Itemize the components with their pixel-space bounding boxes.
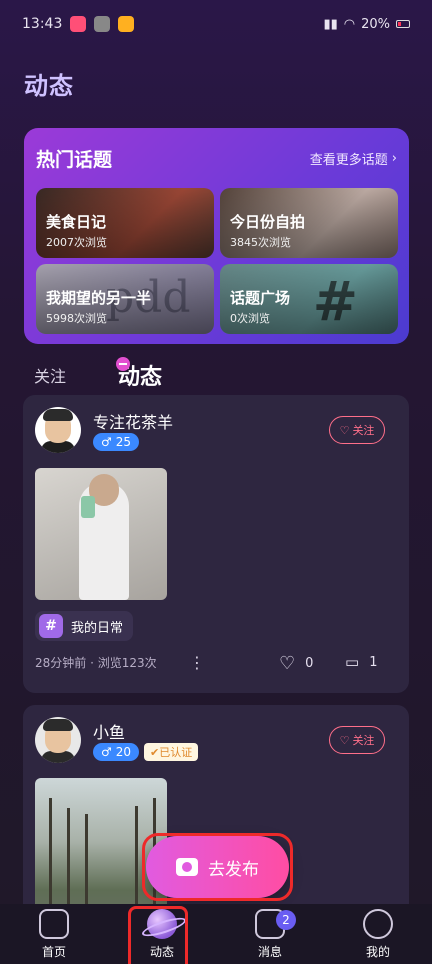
hash-icon: # [39, 614, 63, 638]
like-button[interactable]: ♡ 0 [279, 653, 313, 674]
gender-age-badge: ♂ 20 [93, 743, 140, 761]
topic-views: 3845次浏览 [230, 236, 291, 249]
bottom-nav: 首页 动态 2 消息 我的 [0, 904, 432, 964]
status-time: 13:43 [22, 16, 63, 32]
status-app-icons [70, 16, 135, 32]
comment-count: 1 [369, 654, 378, 670]
follow-button[interactable]: ♡ 关注 [329, 726, 385, 754]
topic-views: 2007次浏览 [46, 236, 107, 249]
topic-tile-food[interactable]: 美食日记 2007次浏览 [36, 188, 214, 258]
app-notification-icon [118, 16, 135, 32]
signal-icon: ▮▮ [323, 16, 338, 32]
see-more-topics-link[interactable]: 查看更多话题 › [310, 149, 397, 168]
gender-age-badge: ♂ 25 [93, 433, 140, 451]
age-value: 20 [115, 745, 132, 759]
nav-messages-label: 消息 [257, 944, 282, 959]
nav-messages[interactable]: 2 消息 [216, 904, 324, 964]
tab-follow[interactable]: 关注 [34, 363, 66, 387]
heart-plus-icon: ♡ [339, 733, 350, 747]
chevron-right-icon: › [391, 150, 397, 166]
avatar[interactable] [35, 717, 81, 763]
post-meta: 28分钟前 · 浏览123次 [35, 656, 157, 670]
tab-indicator-icon [116, 357, 131, 371]
see-more-topics-label: 查看更多话题 [309, 152, 388, 168]
hot-topics-title: 热门话题 [36, 148, 113, 171]
male-icon: ♂ [101, 745, 112, 759]
topic-label: 我的日常 [71, 620, 124, 636]
comment-button[interactable]: ▭ 1 [345, 653, 377, 671]
battery-icon [396, 20, 410, 28]
topic-views: 5998次浏览 [46, 312, 107, 325]
topic-views: 0次浏览 [230, 312, 270, 325]
follow-label: 关注 [352, 424, 375, 437]
follow-label: 关注 [352, 734, 375, 747]
tab-dynamic[interactable]: 动态 [116, 357, 162, 391]
more-vert-icon[interactable]: ⋮ [189, 653, 205, 672]
avatar[interactable] [35, 407, 81, 453]
post-image[interactable] [35, 468, 167, 600]
topic-tile-selfie[interactable]: 今日份自拍 3845次浏览 [220, 188, 398, 258]
age-value: 25 [115, 435, 132, 449]
status-bar: 13:43 ▮▮ ◠ 20% [0, 0, 432, 48]
post-topic-tag[interactable]: # 我的日常 [35, 611, 134, 641]
smile-icon [363, 908, 393, 939]
follow-button[interactable]: ♡ 关注 [329, 416, 385, 444]
status-right: ▮▮ ◠ 20% [323, 17, 410, 32]
heart-plus-icon: ♡ [339, 423, 350, 437]
nav-mine[interactable]: 我的 [324, 904, 432, 964]
heart-icon: ♡ [279, 653, 296, 674]
post-card[interactable]: 专注花茶羊 ♂ 25 ♡ 关注 # 我的日常 28分钟前 · 浏览123次 ⋮ … [23, 395, 409, 693]
app-notification-icon [94, 16, 111, 32]
messages-badge: 2 [276, 910, 296, 930]
app-notification-icon [70, 16, 87, 32]
topic-name: 我期望的另一半 [46, 289, 152, 307]
topic-name: 话题广场 [230, 289, 291, 307]
highlight-box [142, 833, 293, 901]
highlight-box [128, 906, 188, 964]
check-icon: ✔ [150, 745, 160, 759]
wifi-icon: ◠ [343, 16, 356, 32]
nav-mine-label: 我的 [365, 944, 390, 959]
post-username[interactable]: 专注花茶羊 [93, 409, 173, 433]
post-username[interactable]: 小鱼 [93, 719, 125, 743]
topic-name: 美食日记 [46, 213, 107, 231]
topic-tile-square[interactable]: # 话题广场 0次浏览 [220, 264, 398, 334]
nav-home[interactable]: 首页 [0, 904, 108, 964]
topic-name: 今日份自拍 [230, 213, 306, 231]
feed-tabs: 关注 动态 [34, 357, 162, 392]
topic-tile-ideal-partner[interactable]: pdd 我期望的另一半 5998次浏览 [36, 264, 214, 334]
page-title: 动态 [24, 72, 74, 100]
home-icon [39, 908, 69, 939]
verified-label: 已认证 [159, 746, 193, 759]
verified-badge: ✔ 已认证 [144, 743, 199, 761]
male-icon: ♂ [101, 435, 112, 449]
comment-icon: ▭ [345, 653, 360, 671]
like-count: 0 [305, 656, 314, 671]
battery-text: 20% [361, 16, 390, 32]
nav-home-label: 首页 [41, 944, 66, 959]
hot-topics-card: 热门话题 查看更多话题 › 美食日记 2007次浏览 今日份自拍 3845次浏览… [24, 128, 409, 344]
